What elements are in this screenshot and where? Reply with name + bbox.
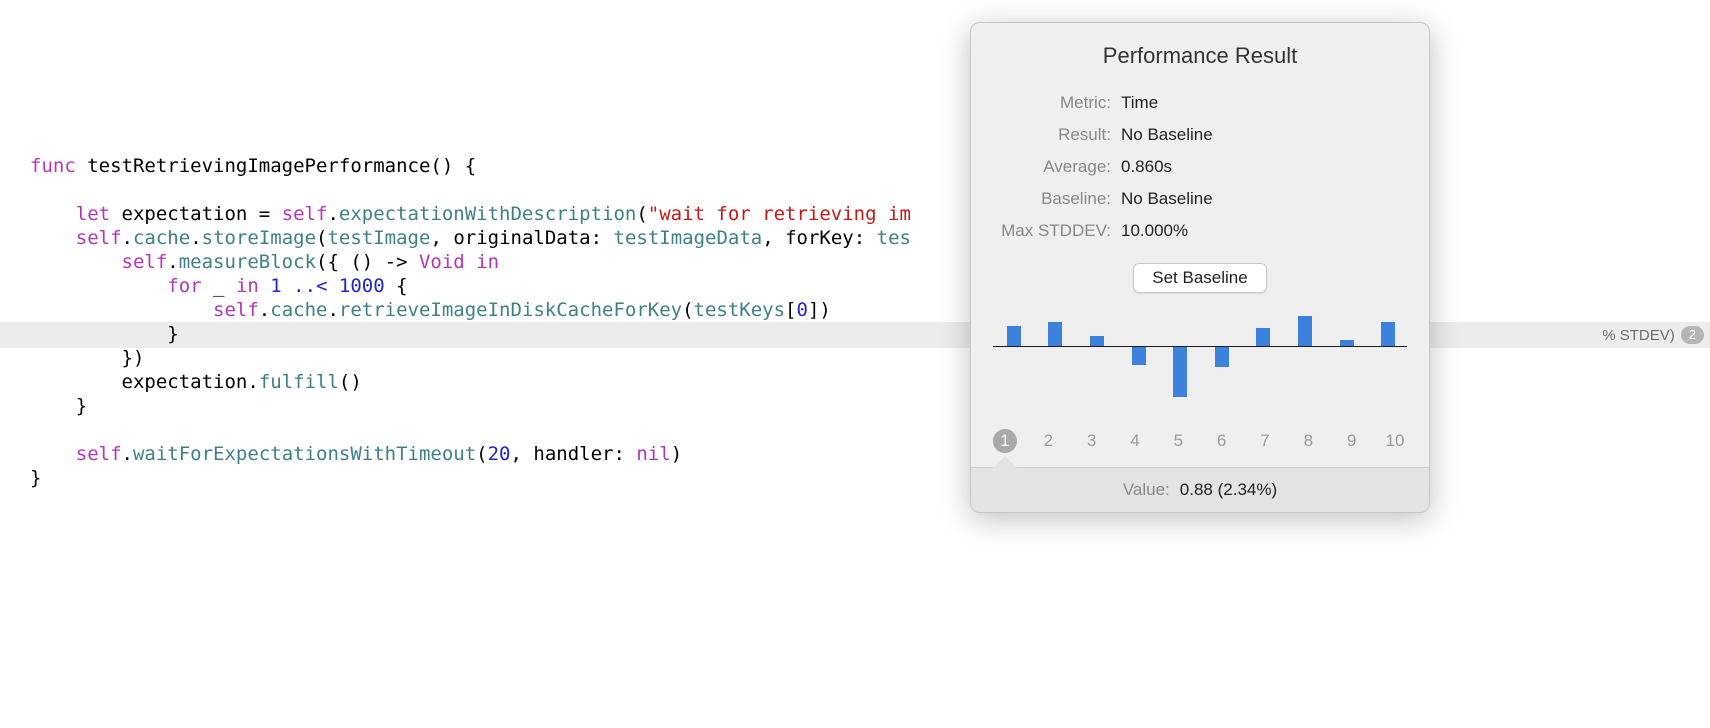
average-value: 0.860s <box>1121 157 1429 177</box>
average-label: Average: <box>971 157 1121 177</box>
annotation-badge[interactable]: 2 <box>1681 326 1704 344</box>
sample-number[interactable]: 8 <box>1296 429 1320 453</box>
inline-annotation: % STDEV) 2 <box>1602 322 1710 348</box>
set-baseline-button[interactable]: Set Baseline <box>1133 263 1266 293</box>
popover-footer: Value: 0.88 (2.34%) <box>971 467 1429 512</box>
chart-bar <box>1256 328 1270 346</box>
metric-value: Time <box>1121 93 1429 113</box>
sample-number[interactable]: 2 <box>1036 429 1060 453</box>
baseline-label: Baseline: <box>971 189 1121 209</box>
sample-number[interactable]: 6 <box>1210 429 1234 453</box>
chart-bar <box>1048 322 1062 346</box>
selection-arrow-icon <box>993 456 1017 468</box>
chart-bar <box>1007 326 1021 346</box>
performance-popover: Performance Result Metric: Time Result: … <box>970 22 1430 513</box>
row-metric: Metric: Time <box>971 87 1429 119</box>
chart-bar <box>1381 322 1395 346</box>
chart-axis <box>993 346 1407 347</box>
annotation-text: % STDEV) <box>1602 327 1675 344</box>
sample-number[interactable]: 1 <box>993 429 1017 453</box>
footer-label: Value: <box>1123 480 1170 500</box>
result-label: Result: <box>971 125 1121 145</box>
sample-number[interactable]: 7 <box>1253 429 1277 453</box>
sample-number[interactable]: 3 <box>1080 429 1104 453</box>
stddev-value: 10.000% <box>1121 221 1429 241</box>
chart-bar <box>1215 347 1229 367</box>
sample-number[interactable]: 10 <box>1383 429 1407 453</box>
chart-bar <box>1298 316 1312 346</box>
metric-label: Metric: <box>971 93 1121 113</box>
stddev-label: Max STDDEV: <box>971 221 1121 241</box>
sample-number[interactable]: 9 <box>1340 429 1364 453</box>
chart-bar <box>1340 340 1354 346</box>
row-result: Result: No Baseline <box>971 119 1429 151</box>
row-average: Average: 0.860s <box>971 151 1429 183</box>
chart-zone <box>971 313 1429 421</box>
samples-row: 123456789 10 <box>971 421 1429 467</box>
popover-title: Performance Result <box>971 23 1429 87</box>
chart-bar <box>1173 347 1187 397</box>
popover-arrow <box>1428 328 1430 352</box>
result-value: No Baseline <box>1121 125 1429 145</box>
set-baseline-row: Set Baseline <box>971 247 1429 313</box>
code-block: func testRetrievingImagePerformance() { … <box>30 154 1710 490</box>
performance-chart <box>993 313 1407 413</box>
chart-bar <box>1090 336 1104 346</box>
row-baseline: Baseline: No Baseline <box>971 183 1429 215</box>
sample-number[interactable]: 4 <box>1123 429 1147 453</box>
sample-number[interactable]: 5 <box>1166 429 1190 453</box>
footer-value: 0.88 (2.34%) <box>1180 480 1277 500</box>
source-editor[interactable]: func testRetrievingImagePerformance() { … <box>0 0 1710 728</box>
baseline-value: No Baseline <box>1121 189 1429 209</box>
chart-bar <box>1132 347 1146 365</box>
row-stddev: Max STDDEV: 10.000% <box>971 215 1429 247</box>
